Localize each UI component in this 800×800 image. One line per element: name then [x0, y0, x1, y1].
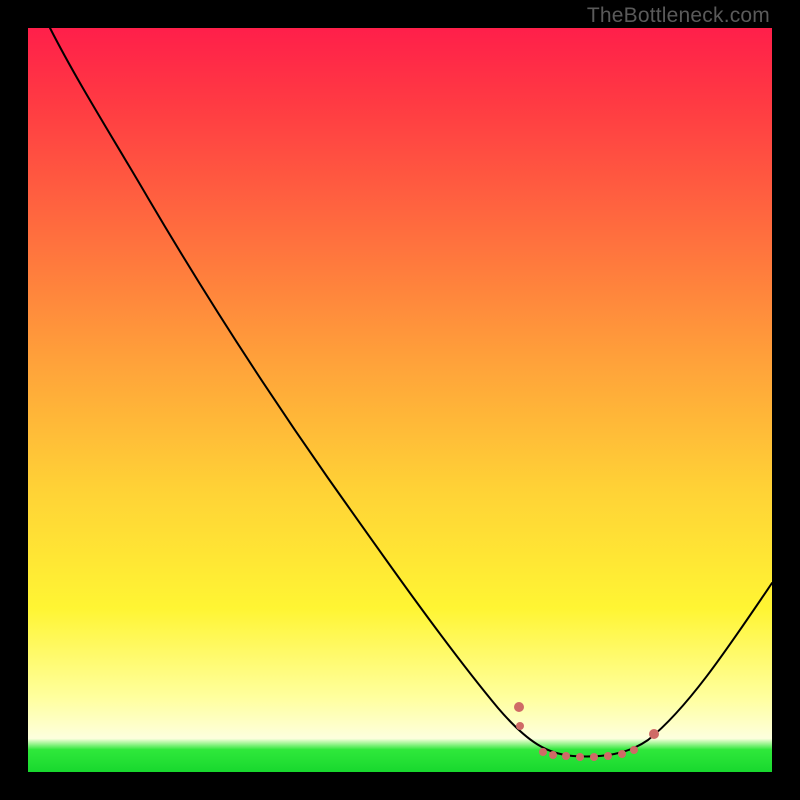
chart-frame: TheBottleneck.com — [0, 0, 800, 800]
dot-1b — [516, 722, 524, 730]
optimal-range-dots — [514, 702, 659, 761]
dot-4 — [576, 753, 584, 761]
dot-2b — [549, 751, 557, 759]
gradient-plot-area — [28, 28, 772, 772]
dot-3 — [562, 752, 570, 760]
dot-1 — [514, 702, 524, 712]
dot-2 — [539, 748, 547, 756]
curve-svg — [28, 28, 772, 772]
dot-9 — [649, 729, 659, 739]
dot-8 — [630, 746, 638, 754]
dot-6 — [604, 752, 612, 760]
dot-5 — [590, 753, 598, 761]
watermark-text: TheBottleneck.com — [587, 4, 770, 28]
bottleneck-curve — [50, 28, 772, 756]
dot-7 — [618, 750, 626, 758]
